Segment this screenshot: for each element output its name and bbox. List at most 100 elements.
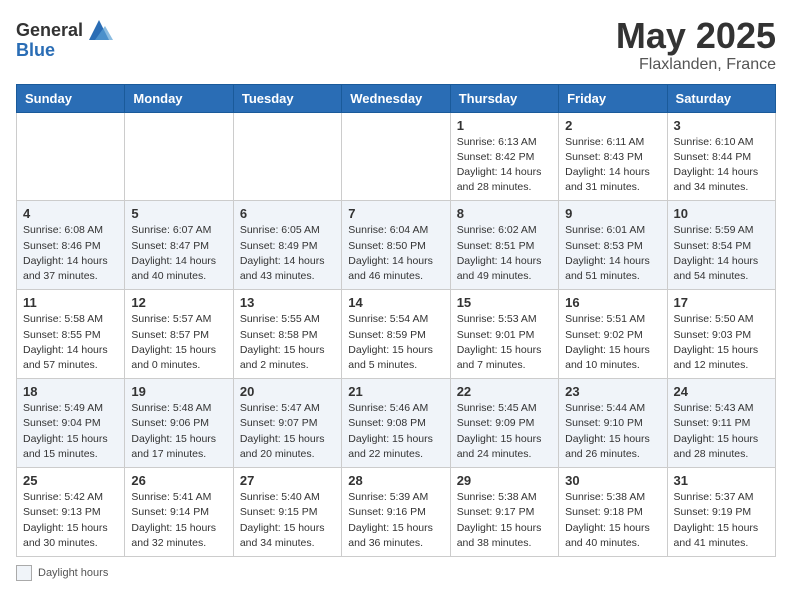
calendar-week-row: 4 Sunrise: 6:08 AM Sunset: 8:46 PM Daylig… [17,201,776,290]
calendar-cell: 25Sunrise: 5:42 AM Sunset: 9:13 PM Dayli… [17,468,125,557]
calendar-week-row: 1 Sunrise: 6:13 AM Sunset: 8:42 PM Daylig… [17,112,776,201]
day-number: 6 [240,206,335,221]
calendar-cell: 28 Sunrise: 5:39 AM Sunset: 9:16 PM Dayli… [342,468,450,557]
calendar-cell: 7 Sunrise: 6:04 AM Sunset: 8:50 PM Daylig… [342,201,450,290]
day-info: Sunrise: 5:57 AM Sunset: 8:57 PM Dayligh… [131,312,226,373]
subtitle: Flaxlanden, France [616,56,776,74]
day-number: 26 [131,473,226,488]
day-info: Sunrise: 6:02 AM Sunset: 8:51 PM Dayligh… [457,223,552,284]
day-number: 20 [240,384,335,399]
day-info: Sunrise: 5:38 AM Sunset: 9:17 PM Dayligh… [457,490,552,551]
calendar-cell: 21Sunrise: 5:46 AM Sunset: 9:08 PM Dayli… [342,379,450,468]
day-number: 12 [131,295,226,310]
calendar-cell: 4 Sunrise: 6:08 AM Sunset: 8:46 PM Daylig… [17,201,125,290]
calendar-cell: 15 Sunrise: 5:53 AM Sunset: 9:01 PM Dayli… [450,290,558,379]
page-header: General Blue May 2025 Flaxlanden, France [16,16,776,74]
day-number: 30 [565,473,660,488]
calendar-cell: 19 Sunrise: 5:48 AM Sunset: 9:06 PM Dayli… [125,379,233,468]
weekday-header: Saturday [667,84,775,112]
day-info: Sunrise: 5:48 AM Sunset: 9:06 PM Dayligh… [131,401,226,462]
logo-icon [85,16,113,44]
calendar-cell: 17 Sunrise: 5:50 AM Sunset: 9:03 PM Dayli… [667,290,775,379]
day-number: 7 [348,206,443,221]
calendar-cell [17,112,125,201]
calendar-cell: 2Sunrise: 6:11 AM Sunset: 8:43 PM Daylig… [559,112,667,201]
calendar-cell [125,112,233,201]
day-number: 24 [674,384,769,399]
day-info: Sunrise: 5:45 AM Sunset: 9:09 PM Dayligh… [457,401,552,462]
day-info: Sunrise: 5:51 AM Sunset: 9:02 PM Dayligh… [565,312,660,373]
day-info: Sunrise: 5:49 AM Sunset: 9:04 PM Dayligh… [23,401,118,462]
day-number: 14 [348,295,443,310]
day-number: 19 [131,384,226,399]
day-number: 10 [674,206,769,221]
weekday-header: Monday [125,84,233,112]
calendar-cell: 5 Sunrise: 6:07 AM Sunset: 8:47 PM Daylig… [125,201,233,290]
day-info: Sunrise: 6:13 AM Sunset: 8:42 PM Dayligh… [457,135,552,196]
day-number: 11 [23,295,118,310]
legend-box [16,565,32,581]
day-info: Sunrise: 5:37 AM Sunset: 9:19 PM Dayligh… [674,490,769,551]
day-info: Sunrise: 6:11 AM Sunset: 8:43 PM Dayligh… [565,135,660,196]
day-info: Sunrise: 5:50 AM Sunset: 9:03 PM Dayligh… [674,312,769,373]
day-info: Sunrise: 6:10 AM Sunset: 8:44 PM Dayligh… [674,135,769,196]
calendar-cell: 11 Sunrise: 5:58 AM Sunset: 8:55 PM Dayli… [17,290,125,379]
day-info: Sunrise: 5:39 AM Sunset: 9:16 PM Dayligh… [348,490,443,551]
calendar-cell: 10 Sunrise: 5:59 AM Sunset: 8:54 PM Dayli… [667,201,775,290]
day-number: 4 [23,206,118,221]
calendar-cell: 13Sunrise: 5:55 AM Sunset: 8:58 PM Dayli… [233,290,341,379]
day-number: 5 [131,206,226,221]
day-number: 22 [457,384,552,399]
calendar-cell: 26 Sunrise: 5:41 AM Sunset: 9:14 PM Dayli… [125,468,233,557]
day-info: Sunrise: 6:04 AM Sunset: 8:50 PM Dayligh… [348,223,443,284]
day-info: Sunrise: 5:58 AM Sunset: 8:55 PM Dayligh… [23,312,118,373]
day-number: 28 [348,473,443,488]
weekday-header: Tuesday [233,84,341,112]
day-info: Sunrise: 6:05 AM Sunset: 8:49 PM Dayligh… [240,223,335,284]
calendar-cell: 8Sunrise: 6:02 AM Sunset: 8:51 PM Daylig… [450,201,558,290]
calendar-cell: 27 Sunrise: 5:40 AM Sunset: 9:15 PM Dayli… [233,468,341,557]
calendar-cell: 14 Sunrise: 5:54 AM Sunset: 8:59 PM Dayli… [342,290,450,379]
calendar-cell: 9Sunrise: 6:01 AM Sunset: 8:53 PM Daylig… [559,201,667,290]
calendar-cell: 31 Sunrise: 5:37 AM Sunset: 9:19 PM Dayli… [667,468,775,557]
calendar-cell: 6 Sunrise: 6:05 AM Sunset: 8:49 PM Daylig… [233,201,341,290]
day-info: Sunrise: 5:59 AM Sunset: 8:54 PM Dayligh… [674,223,769,284]
day-number: 3 [674,118,769,133]
calendar-cell: 30Sunrise: 5:38 AM Sunset: 9:18 PM Dayli… [559,468,667,557]
day-number: 25 [23,473,118,488]
day-number: 1 [457,118,552,133]
day-number: 31 [674,473,769,488]
day-info: Sunrise: 6:08 AM Sunset: 8:46 PM Dayligh… [23,223,118,284]
day-info: Sunrise: 5:40 AM Sunset: 9:15 PM Dayligh… [240,490,335,551]
day-number: 23 [565,384,660,399]
calendar-week-row: 25Sunrise: 5:42 AM Sunset: 9:13 PM Dayli… [17,468,776,557]
calendar-week-row: 18 Sunrise: 5:49 AM Sunset: 9:04 PM Dayli… [17,379,776,468]
day-number: 18 [23,384,118,399]
day-info: Sunrise: 6:07 AM Sunset: 8:47 PM Dayligh… [131,223,226,284]
day-info: Sunrise: 5:54 AM Sunset: 8:59 PM Dayligh… [348,312,443,373]
day-number: 29 [457,473,552,488]
weekday-header: Friday [559,84,667,112]
day-number: 27 [240,473,335,488]
legend-label: Daylight hours [38,567,108,579]
day-number: 15 [457,295,552,310]
day-number: 13 [240,295,335,310]
day-number: 17 [674,295,769,310]
day-info: Sunrise: 5:53 AM Sunset: 9:01 PM Dayligh… [457,312,552,373]
weekday-header: Wednesday [342,84,450,112]
day-number: 16 [565,295,660,310]
title-block: May 2025 Flaxlanden, France [616,16,776,74]
calendar-cell: 1 Sunrise: 6:13 AM Sunset: 8:42 PM Daylig… [450,112,558,201]
calendar-cell [342,112,450,201]
calendar-cell: 18 Sunrise: 5:49 AM Sunset: 9:04 PM Dayli… [17,379,125,468]
weekday-header: Thursday [450,84,558,112]
day-info: Sunrise: 5:47 AM Sunset: 9:07 PM Dayligh… [240,401,335,462]
calendar-cell: 12 Sunrise: 5:57 AM Sunset: 8:57 PM Dayli… [125,290,233,379]
calendar-cell: 23 Sunrise: 5:44 AM Sunset: 9:10 PM Dayli… [559,379,667,468]
logo-general: General [16,20,83,41]
logo-blue: Blue [16,40,55,61]
day-info: Sunrise: 5:44 AM Sunset: 9:10 PM Dayligh… [565,401,660,462]
calendar-table: SundayMondayTuesdayWednesdayThursdayFrid… [16,84,776,557]
day-info: Sunrise: 5:41 AM Sunset: 9:14 PM Dayligh… [131,490,226,551]
calendar-body: 1 Sunrise: 6:13 AM Sunset: 8:42 PM Daylig… [17,112,776,556]
